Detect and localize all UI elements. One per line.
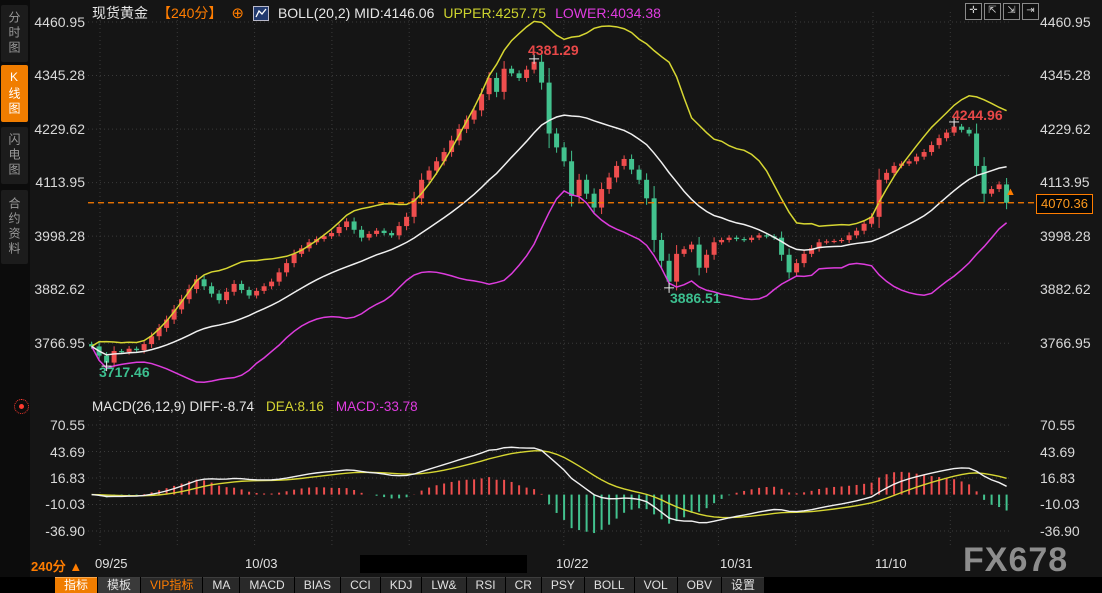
price-axis-left: 4345.28 <box>26 67 85 83</box>
price-axis-left: 3766.95 <box>26 335 85 351</box>
date-label: 10/22 <box>556 556 589 571</box>
chart-type-sidebar: 分时图 K线图 闪电图 合约资料 <box>0 0 30 577</box>
current-price-tag: 4070.36 <box>1036 194 1093 214</box>
price-axis-right: 3882.62 <box>1040 281 1100 297</box>
toolbar-item-cr[interactable]: CR <box>506 577 541 593</box>
sidebar-tab-timeshare[interactable]: 分时图 <box>1 5 28 62</box>
price-axis-left: 4113.95 <box>26 174 85 190</box>
interval-label: 【240分】 <box>157 3 222 23</box>
start-low-label: 3717.46 <box>99 364 150 380</box>
pan-right-icon[interactable]: ⇥ <box>1022 3 1039 20</box>
macd-axis-left: 70.55 <box>26 417 85 433</box>
price-axis-left: 3882.62 <box>26 281 85 297</box>
boll-lower-value: LOWER:4034.38 <box>555 5 661 21</box>
toolbar-item-lwr[interactable]: LW& <box>422 577 465 593</box>
price-macd-chart[interactable] <box>0 0 1102 593</box>
scale-left-icon[interactable]: ⇱ <box>984 3 1001 20</box>
symbol-name: 现货黄金 <box>92 3 148 23</box>
price-axis-left: 4460.95 <box>26 14 85 30</box>
toolbar-item-rsi[interactable]: RSI <box>467 577 505 593</box>
price-axis-right: 3766.95 <box>1040 335 1100 351</box>
fx678-watermark: FX678 <box>963 541 1068 580</box>
macd-axis-right: -10.03 <box>1040 496 1100 512</box>
add-indicator-icon[interactable]: ⊕ <box>231 4 244 22</box>
macd-axis-right: 70.55 <box>1040 417 1100 433</box>
date-label: 10/31 <box>720 556 753 571</box>
boll-mid-value: BOLL(20,2) MID:4146.06 <box>278 5 434 21</box>
live-indicator-icon[interactable] <box>14 399 29 414</box>
macd-dea-value: DEA:8.16 <box>266 399 324 414</box>
price-axis-left: 4229.62 <box>26 121 85 137</box>
macd-axis-right: 43.69 <box>1040 444 1100 460</box>
macd-header: MACD(26,12,9) DIFF:-8.74 DEA:8.16 MACD:-… <box>92 399 418 414</box>
mini-chart-icon[interactable] <box>253 6 269 21</box>
price-axis-left: 3998.28 <box>26 228 85 244</box>
toolbar-item-psy[interactable]: PSY <box>542 577 584 593</box>
toolbar-item-vol[interactable]: VOL <box>635 577 677 593</box>
mid-low-label: 3886.51 <box>670 290 721 306</box>
scale-right-icon[interactable]: ⇲ <box>1003 3 1020 20</box>
toolbar-item-template[interactable]: 模板 <box>98 577 140 593</box>
toolbar-item-kdj[interactable]: KDJ <box>381 577 422 593</box>
macd-diff-value: MACD(26,12,9) DIFF:-8.74 <box>92 399 254 414</box>
macd-axis-left: 43.69 <box>26 444 85 460</box>
sidebar-tab-contract-info[interactable]: 合约资料 <box>1 190 28 264</box>
macd-hist-value: MACD:-33.78 <box>336 399 418 414</box>
toolbar-item-boll[interactable]: BOLL <box>585 577 634 593</box>
macd-axis-right: -36.90 <box>1040 523 1100 539</box>
interval-footer-label: 240分 <box>31 559 66 574</box>
toolbar-item-ma[interactable]: MA <box>203 577 239 593</box>
trading-terminal: 分时图 K线图 闪电图 合约资料 现货黄金 【240分】 ⊕ BOLL(20,2… <box>0 0 1102 593</box>
price-axis-right: 4460.95 <box>1040 14 1100 30</box>
scrollbar-thumb[interactable] <box>360 555 527 573</box>
toolbar-item-macd[interactable]: MACD <box>240 577 293 593</box>
price-axis-right: 4113.95 <box>1040 174 1100 190</box>
macd-axis-left: -36.90 <box>26 523 85 539</box>
macd-axis-right: 16.83 <box>1040 470 1100 486</box>
move-tool-icon[interactable]: ✛ <box>965 3 982 20</box>
second-high-label: 4244.96 <box>952 107 1003 123</box>
macd-axis-left: 16.83 <box>26 470 85 486</box>
toolbar-item-vip-indicator[interactable]: VIP指标 <box>141 577 202 593</box>
peak-high-label: 4381.29 <box>528 42 579 58</box>
interval-selector[interactable]: 240分 ▲ <box>31 556 82 575</box>
chart-header: 现货黄金 【240分】 ⊕ BOLL(20,2) MID:4146.06 UPP… <box>92 3 661 23</box>
price-axis-right: 4229.62 <box>1040 121 1100 137</box>
toolbar-item-settings[interactable]: 设置 <box>722 577 764 593</box>
date-label: 11/10 <box>875 556 907 571</box>
sidebar-tab-lightning[interactable]: 闪电图 <box>1 127 28 184</box>
toolbar-item-obv[interactable]: OBV <box>678 577 721 593</box>
toolbar-item-indicator[interactable]: 指标 <box>55 577 97 593</box>
sidebar-tab-kline[interactable]: K线图 <box>1 65 28 122</box>
chart-tools: ✛ ⇱ ⇲ ⇥ <box>965 3 1039 20</box>
boll-upper-value: UPPER:4257.75 <box>443 5 546 21</box>
macd-axis-left: -10.03 <box>26 496 85 512</box>
toolbar-item-bias[interactable]: BIAS <box>295 577 340 593</box>
toolbar-item-cci[interactable]: CCI <box>341 577 380 593</box>
indicator-toolbar: 指标 模板 VIP指标 MA MACD BIAS CCI KDJ LW& RSI… <box>0 577 1102 593</box>
price-axis-right: 3998.28 <box>1040 228 1100 244</box>
date-label: 09/25 <box>95 556 128 571</box>
price-marker-arrow-icon: ▲ <box>1005 186 1016 198</box>
chevron-up-icon: ▲ <box>69 559 82 574</box>
price-axis-right: 4345.28 <box>1040 67 1100 83</box>
date-label: 10/03 <box>245 556 278 571</box>
